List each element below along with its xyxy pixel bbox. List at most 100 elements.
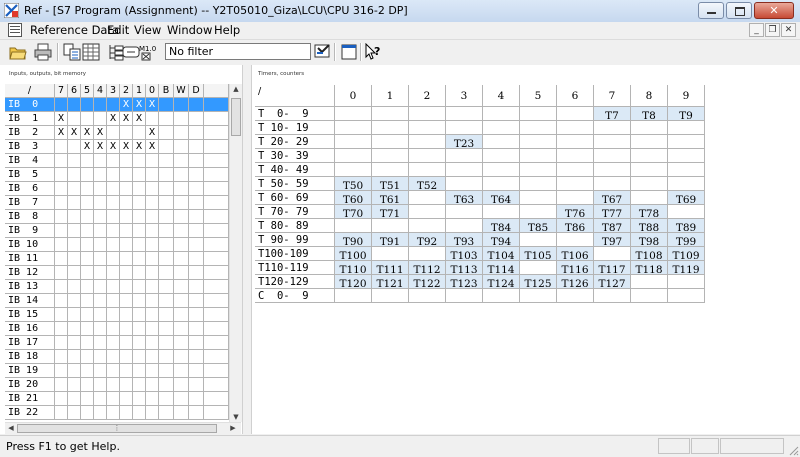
context-help-icon[interactable]: ? bbox=[364, 43, 382, 61]
menu-edit[interactable]: Edit bbox=[107, 23, 129, 37]
timer-cell[interactable]: T8 bbox=[631, 107, 668, 121]
table-row[interactable]: IB 12 bbox=[5, 266, 229, 280]
table-row[interactable]: IB 11 bbox=[5, 252, 229, 266]
timer-cell[interactable]: T125 bbox=[520, 275, 557, 289]
timer-cell[interactable]: T127 bbox=[594, 275, 631, 289]
menu-window[interactable]: Window bbox=[167, 23, 212, 37]
mdi-close-button[interactable]: ✕ bbox=[781, 23, 796, 37]
timer-cell[interactable]: T89 bbox=[668, 219, 705, 233]
timer-cell[interactable]: T117 bbox=[594, 261, 631, 275]
timer-cell[interactable]: T121 bbox=[372, 275, 409, 289]
table-row[interactable]: IB 2XXXXX bbox=[5, 126, 229, 140]
timer-cell[interactable]: T60 bbox=[335, 191, 372, 205]
timer-cell[interactable]: T76 bbox=[557, 205, 594, 219]
timer-cell[interactable]: T122 bbox=[409, 275, 446, 289]
timer-cell[interactable]: T50 bbox=[335, 177, 372, 191]
timer-cell[interactable]: T87 bbox=[594, 219, 631, 233]
table-row[interactable]: IB 22 bbox=[5, 406, 229, 420]
table-row[interactable]: IB 4 bbox=[5, 154, 229, 168]
assignment-list-icon[interactable] bbox=[82, 43, 100, 61]
cross-reference-icon[interactable] bbox=[63, 43, 81, 61]
timer-cell[interactable]: T120 bbox=[335, 275, 372, 289]
scroll-thumb[interactable] bbox=[231, 98, 241, 136]
table-row[interactable]: IB 7 bbox=[5, 196, 229, 210]
timer-cell[interactable]: T70 bbox=[335, 205, 372, 219]
timer-cell[interactable]: T116 bbox=[557, 261, 594, 275]
timer-cell[interactable]: T108 bbox=[631, 247, 668, 261]
timer-cell[interactable]: T9 bbox=[668, 107, 705, 121]
timer-cell[interactable]: T97 bbox=[594, 233, 631, 247]
timer-cell[interactable]: T84 bbox=[483, 219, 520, 233]
table-row[interactable]: IB 20 bbox=[5, 378, 229, 392]
document-icon[interactable] bbox=[8, 23, 22, 37]
timer-cell[interactable]: T109 bbox=[668, 247, 705, 261]
close-button[interactable]: ✕ bbox=[754, 2, 794, 19]
table-row[interactable]: IB 8 bbox=[5, 210, 229, 224]
scroll-left-icon[interactable]: ◀ bbox=[5, 424, 17, 432]
timer-cell[interactable]: T126 bbox=[557, 275, 594, 289]
timer-cell[interactable]: T99 bbox=[668, 233, 705, 247]
timer-cell[interactable]: T85 bbox=[520, 219, 557, 233]
resize-grip-icon[interactable] bbox=[787, 444, 799, 456]
timer-cell[interactable]: T67 bbox=[594, 191, 631, 205]
timer-cell[interactable]: T71 bbox=[372, 205, 409, 219]
table-row[interactable]: IB 10 bbox=[5, 238, 229, 252]
menu-help[interactable]: Help bbox=[214, 23, 240, 37]
timer-cell[interactable]: T112 bbox=[409, 261, 446, 275]
timer-cell[interactable]: T119 bbox=[668, 261, 705, 275]
menu-view[interactable]: View bbox=[134, 23, 161, 37]
timer-cell[interactable]: T63 bbox=[446, 191, 483, 205]
timer-cell[interactable]: T114 bbox=[483, 261, 520, 275]
menu-reference-data[interactable]: Reference Data bbox=[30, 23, 119, 37]
scroll-thumb[interactable]: ⋮ bbox=[17, 424, 217, 433]
timer-cell[interactable]: T77 bbox=[594, 205, 631, 219]
timer-cell[interactable]: T110 bbox=[335, 261, 372, 275]
table-row[interactable]: IB 19 bbox=[5, 364, 229, 378]
addresses-without-symbol-icon[interactable]: M1.0 bbox=[138, 43, 156, 61]
filter-icon[interactable] bbox=[314, 43, 332, 61]
timer-cell[interactable]: T88 bbox=[631, 219, 668, 233]
table-row[interactable]: IB 14 bbox=[5, 294, 229, 308]
timer-cell[interactable]: T90 bbox=[335, 233, 372, 247]
timer-cell[interactable]: T52 bbox=[409, 177, 446, 191]
minimize-button[interactable] bbox=[698, 2, 724, 19]
timer-cell[interactable]: T61 bbox=[372, 191, 409, 205]
table-row[interactable]: IB 13 bbox=[5, 280, 229, 294]
timer-cell[interactable]: T113 bbox=[446, 261, 483, 275]
timer-cell[interactable]: T51 bbox=[372, 177, 409, 191]
table-row[interactable]: IB 0 XXX bbox=[5, 98, 229, 112]
timer-cell[interactable]: T104 bbox=[483, 247, 520, 261]
table-row[interactable]: IB 6 bbox=[5, 182, 229, 196]
timer-cell[interactable]: T105 bbox=[520, 247, 557, 261]
timer-cell[interactable]: T64 bbox=[483, 191, 520, 205]
timer-cell[interactable]: T78 bbox=[631, 205, 668, 219]
timer-cell[interactable]: T93 bbox=[446, 233, 483, 247]
print-icon[interactable] bbox=[34, 43, 52, 61]
mdi-restore-button[interactable]: ❐ bbox=[765, 23, 780, 37]
timer-cell[interactable]: T123 bbox=[446, 275, 483, 289]
scroll-down-icon[interactable]: ▼ bbox=[230, 413, 242, 421]
timer-cell[interactable]: T91 bbox=[372, 233, 409, 247]
timer-cell[interactable]: T100 bbox=[335, 247, 372, 261]
table-row[interactable]: IB 9 bbox=[5, 224, 229, 238]
mdi-minimize-button[interactable]: _ bbox=[749, 23, 764, 37]
filter-field[interactable]: No filter bbox=[165, 43, 311, 60]
table-row[interactable]: IB 18 bbox=[5, 350, 229, 364]
table-row[interactable]: IB 15 bbox=[5, 308, 229, 322]
table-row[interactable]: IB 3XXXXXX bbox=[5, 140, 229, 154]
scroll-right-icon[interactable]: ▶ bbox=[227, 424, 239, 432]
timer-cell[interactable]: T23 bbox=[446, 135, 483, 149]
table-row[interactable]: IB 21 bbox=[5, 392, 229, 406]
timer-cell[interactable]: T94 bbox=[483, 233, 520, 247]
timer-cell[interactable]: T103 bbox=[446, 247, 483, 261]
left-vertical-scrollbar[interactable]: ▲ ▼ bbox=[229, 84, 242, 422]
timer-cell[interactable]: T111 bbox=[372, 261, 409, 275]
open-folder-icon[interactable] bbox=[9, 43, 27, 61]
left-horizontal-scrollbar[interactable]: ◀ ⋮ ▶ bbox=[5, 422, 241, 434]
maximize-button[interactable] bbox=[726, 2, 752, 19]
panel-splitter[interactable] bbox=[242, 65, 252, 434]
table-row[interactable]: IB 5 bbox=[5, 168, 229, 182]
timer-cell[interactable]: T124 bbox=[483, 275, 520, 289]
timer-cell[interactable]: T7 bbox=[594, 107, 631, 121]
timer-cell[interactable]: T106 bbox=[557, 247, 594, 261]
